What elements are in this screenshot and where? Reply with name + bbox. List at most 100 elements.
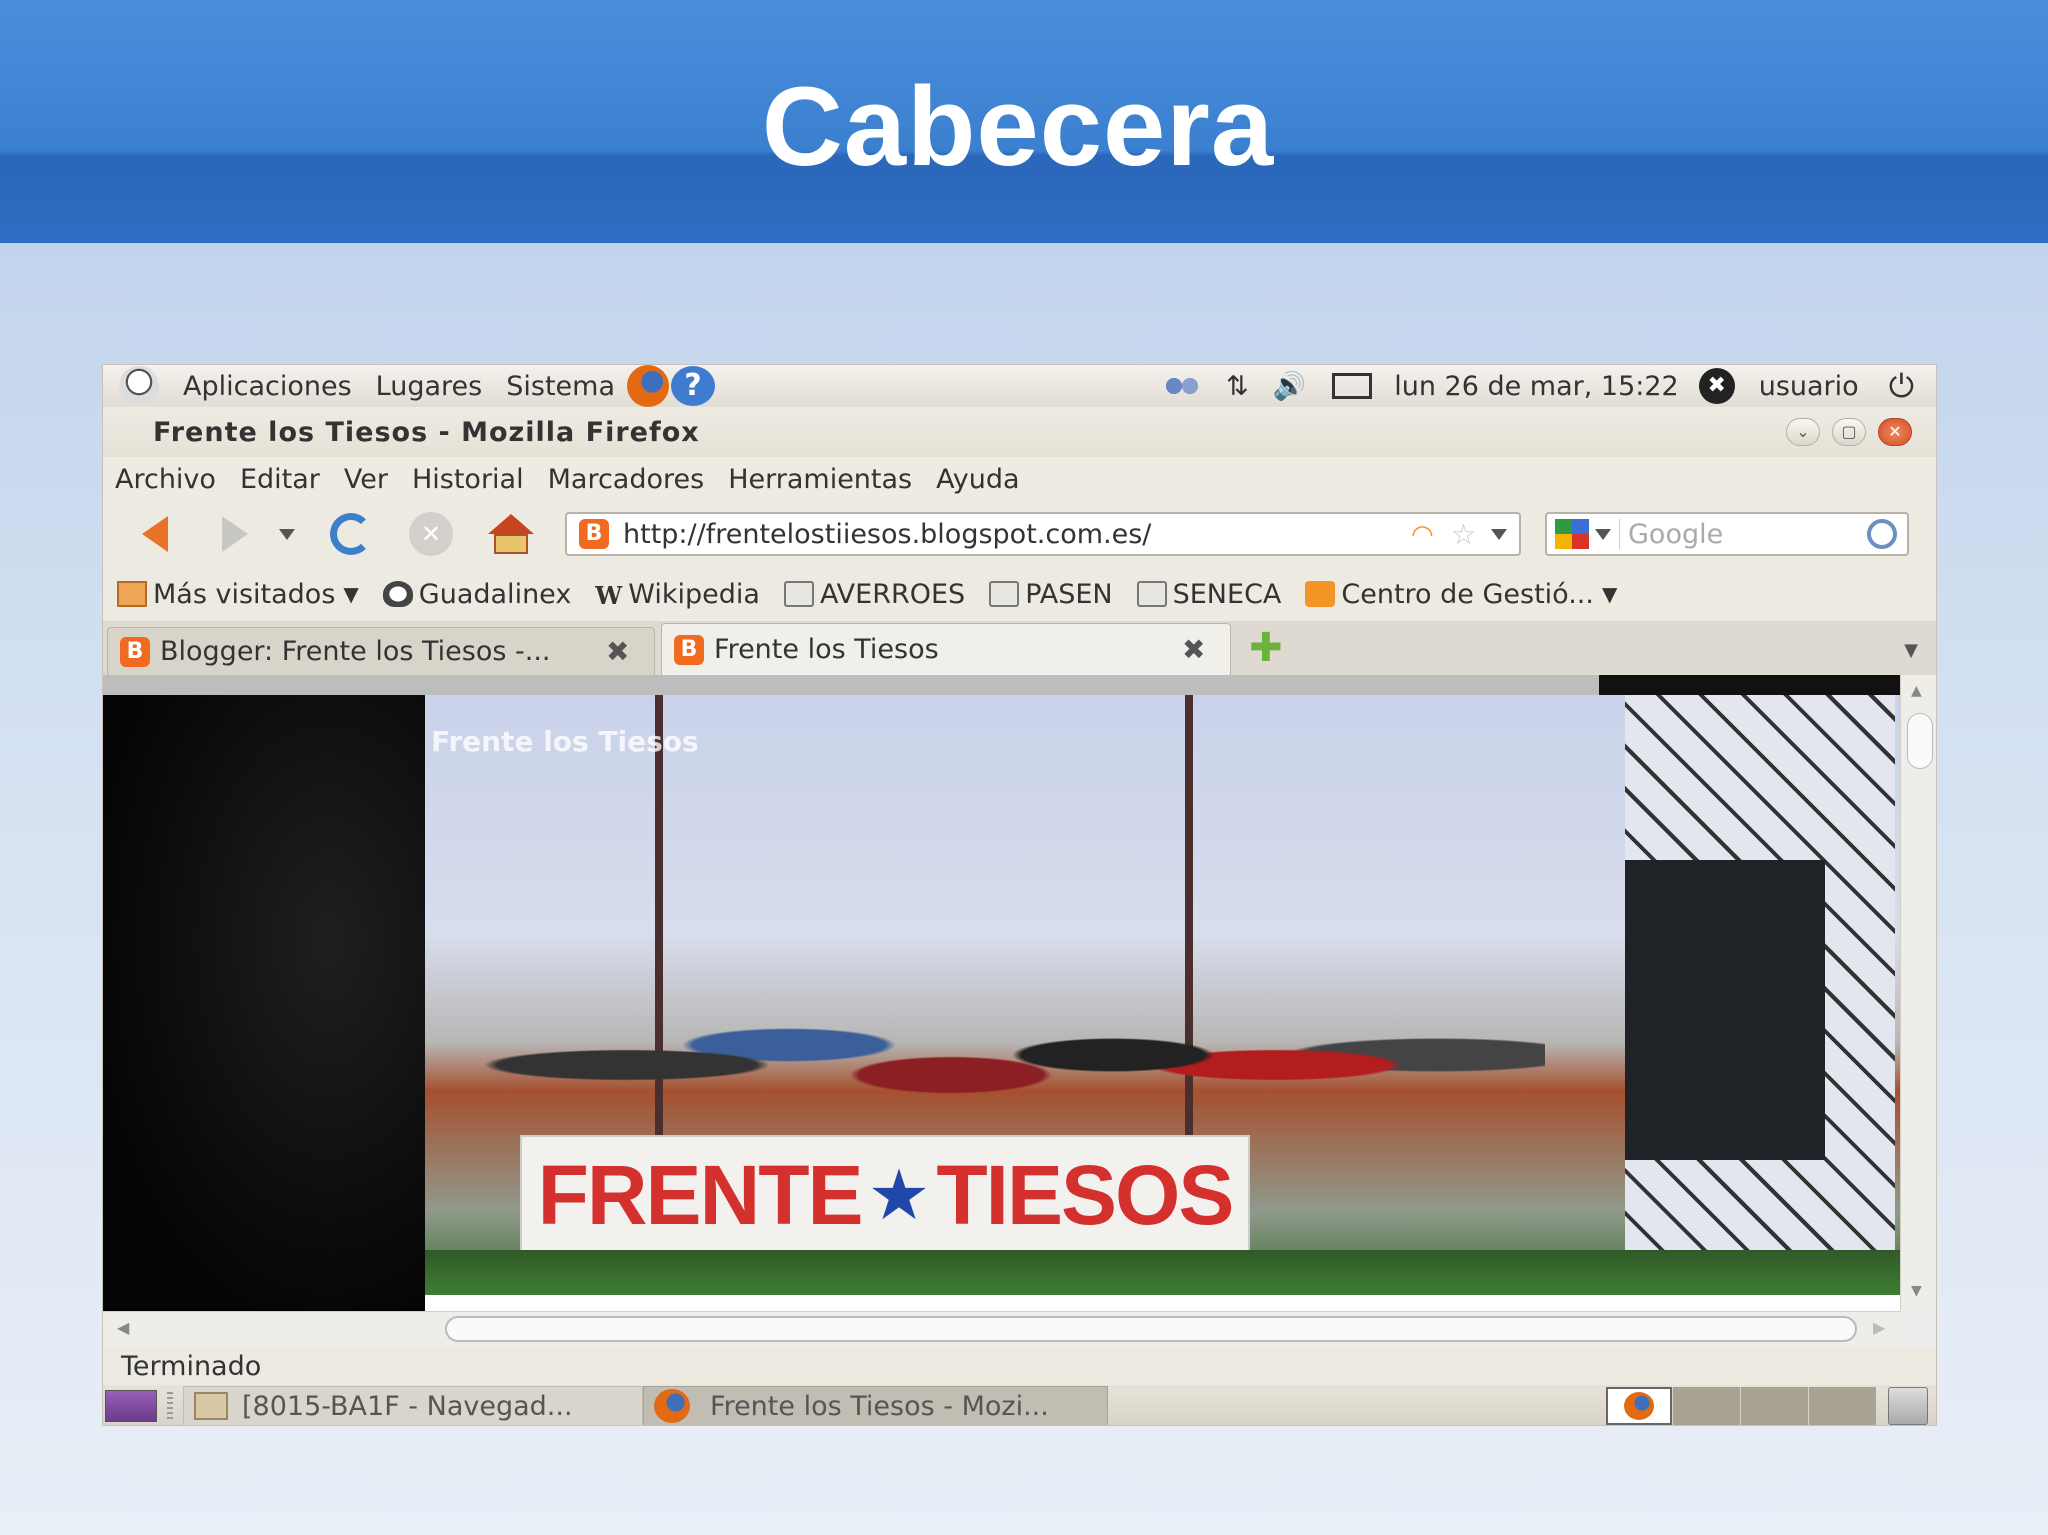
header-photo: FRENTE ★ TIESOS Frente los Tiesos — [425, 695, 1900, 1295]
taskbar-label: Frente los Tiesos - Mozi... — [710, 1390, 1049, 1422]
menu-lugares[interactable]: Lugares — [376, 371, 483, 402]
menu-ver[interactable]: Ver — [344, 464, 388, 495]
taskbar-label: [8015-BA1F - Navegad... — [242, 1390, 573, 1422]
mail-icon[interactable] — [1332, 373, 1373, 399]
google-engine-icon[interactable] — [1555, 519, 1589, 549]
banner-text-left: FRENTE — [537, 1147, 864, 1242]
url-bar[interactable]: B http://frentelostiiesos.blogspot.com.e… — [565, 512, 1521, 556]
url-text[interactable]: http://frentelostiiesos.blogspot.com.es/ — [623, 519, 1411, 550]
blogger-icon: B — [674, 634, 704, 665]
blogger-icon: B — [579, 519, 609, 549]
workspace-3[interactable] — [1740, 1387, 1808, 1425]
rss-icon[interactable]: ◠ — [1411, 520, 1441, 550]
scroll-down-icon[interactable]: ▼ — [1911, 1283, 1922, 1299]
reload-icon — [330, 513, 372, 555]
users-icon[interactable] — [1161, 371, 1202, 401]
page-content[interactable]: FRENTE ★ TIESOS Frente los Tiesos — [103, 675, 1900, 1311]
folder-icon — [117, 581, 147, 607]
menu-editar[interactable]: Editar — [240, 464, 320, 495]
menu-ayuda[interactable]: Ayuda — [936, 464, 1019, 495]
navigation-toolbar: ✕ B http://frentelostiiesos.blogspot.com… — [103, 501, 1936, 567]
floodlight-tower — [1625, 695, 1895, 1295]
reload-button[interactable] — [323, 510, 379, 558]
bookmark-pasen[interactable]: PASEN — [989, 579, 1113, 610]
blog-title[interactable]: Frente los Tiesos — [431, 725, 699, 758]
home-button[interactable] — [483, 510, 539, 558]
folder-icon — [194, 1392, 228, 1420]
menu-marcadores[interactable]: Marcadores — [548, 464, 705, 495]
menu-sistema[interactable]: Sistema — [506, 371, 615, 402]
user-menu[interactable]: usuario — [1759, 371, 1859, 402]
new-tab-button[interactable]: ✚ — [1249, 625, 1283, 671]
tab-label: Frente los Tiesos — [714, 634, 939, 665]
scroll-up-icon[interactable]: ▲ — [1911, 683, 1922, 699]
history-dropdown[interactable] — [275, 510, 299, 558]
gnome-foot-icon[interactable] — [119, 366, 159, 406]
bookmark-centro-gestion[interactable]: Centro de Gestió... ▼ — [1305, 579, 1617, 610]
minimize-button[interactable]: ⌄ — [1786, 418, 1820, 446]
trash-icon[interactable] — [1888, 1387, 1928, 1425]
banner-text-right: TIESOS — [936, 1147, 1234, 1242]
tab-frente-los-tiesos[interactable]: B Frente los Tiesos ✖ — [661, 623, 1231, 675]
taskbar-item-firefox[interactable]: Frente los Tiesos - Mozi... — [643, 1386, 1108, 1425]
home-icon — [488, 514, 534, 554]
blogger-icon: B — [120, 636, 150, 667]
network-icon[interactable]: ⇅ — [1226, 371, 1249, 402]
clock[interactable]: lun 26 de mar, 15:22 — [1394, 371, 1679, 402]
scroll-left-icon[interactable]: ◀ — [117, 1318, 129, 1337]
bottom-panel: [8015-BA1F - Navegad... Frente los Tieso… — [103, 1385, 1936, 1425]
forward-arrow-icon — [222, 516, 248, 552]
back-arrow-icon — [142, 516, 168, 552]
bookmark-guadalinex[interactable]: Guadalinex — [382, 579, 571, 610]
workspace-2[interactable] — [1672, 1387, 1740, 1425]
back-button[interactable] — [127, 510, 183, 558]
taskbar-item-navegador[interactable]: [8015-BA1F - Navegad... — [183, 1386, 643, 1425]
horizontal-scrollbar[interactable]: ◀ ▶ — [103, 1311, 1900, 1347]
supporters-banner: FRENTE ★ TIESOS — [520, 1135, 1250, 1255]
status-text: Terminado — [121, 1351, 262, 1382]
window-title: Frente los Tiesos - Mozilla Firefox — [153, 416, 700, 448]
engine-dropdown-icon[interactable] — [1595, 528, 1611, 540]
stop-icon: ✕ — [409, 512, 453, 556]
vertical-scrollbar[interactable]: ▲ ▼ — [1900, 675, 1936, 1311]
power-icon[interactable]: ⏻ — [1889, 367, 1914, 406]
tab-strip: B Blogger: Frente los Tiesos -... ✖ B Fr… — [103, 621, 1936, 675]
wikipedia-icon: W — [595, 581, 623, 610]
bookmark-star-icon[interactable]: ☆ — [1451, 518, 1481, 551]
forward-button[interactable] — [207, 510, 263, 558]
menu-herramientas[interactable]: Herramientas — [728, 464, 912, 495]
menu-archivo[interactable]: Archivo — [115, 464, 216, 495]
status-bar: Terminado — [103, 1347, 1936, 1385]
slide-title: Cabecera — [761, 64, 1275, 189]
search-input[interactable]: Google — [1628, 519, 1867, 550]
bookmark-averroes[interactable]: AVERROES — [783, 579, 965, 610]
bookmark-mas-visitados[interactable]: Más visitados ▼ — [117, 579, 359, 610]
tab-list-dropdown[interactable]: ▼ — [1904, 640, 1918, 661]
bookmark-wikipedia[interactable]: W Wikipedia — [595, 579, 760, 611]
bookmark-seneca[interactable]: SENECA — [1136, 579, 1281, 610]
workspace-4[interactable] — [1808, 1387, 1876, 1425]
user-status-icon[interactable]: ✖ — [1698, 368, 1735, 404]
firefox-icon[interactable] — [627, 365, 669, 407]
horizontal-scroll-thumb[interactable] — [445, 1316, 1857, 1342]
volume-icon[interactable]: 🔊 — [1273, 370, 1307, 402]
blogger-navbar[interactable] — [103, 675, 1900, 695]
menu-aplicaciones[interactable]: Aplicaciones — [183, 371, 352, 402]
menu-historial[interactable]: Historial — [412, 464, 524, 495]
window-titlebar[interactable]: Frente los Tiesos - Mozilla Firefox ⌄ ▢ … — [103, 407, 1936, 457]
stop-button[interactable]: ✕ — [403, 510, 459, 558]
vertical-scroll-thumb[interactable] — [1907, 713, 1933, 769]
show-desktop-button[interactable] — [105, 1390, 157, 1422]
tab-close-icon[interactable]: ✖ — [606, 635, 636, 668]
maximize-button[interactable]: ▢ — [1832, 418, 1866, 446]
tab-blogger[interactable]: B Blogger: Frente los Tiesos -... ✖ — [107, 627, 655, 675]
workspace-1[interactable] — [1606, 1387, 1672, 1425]
help-icon[interactable]: ? — [671, 366, 715, 406]
search-icon[interactable] — [1867, 519, 1897, 549]
close-button[interactable]: ✕ — [1878, 418, 1912, 446]
tab-close-icon[interactable]: ✖ — [1182, 633, 1212, 666]
url-dropdown-icon[interactable] — [1491, 528, 1507, 540]
rss-icon — [1305, 581, 1336, 607]
scroll-right-icon[interactable]: ▶ — [1873, 1318, 1885, 1337]
search-box[interactable]: Google — [1545, 512, 1909, 556]
